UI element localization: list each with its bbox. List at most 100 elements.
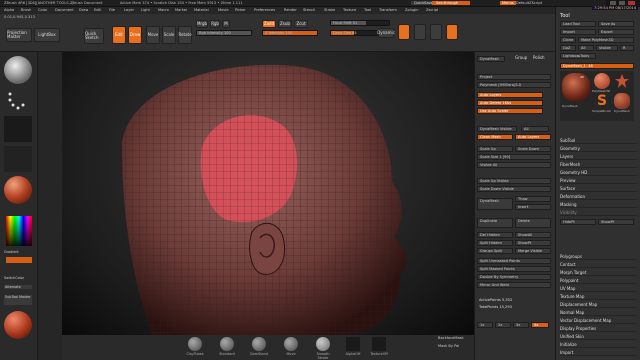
r-button[interactable]: R <box>620 45 634 51</box>
damstandard-brush-icon[interactable] <box>252 337 266 351</box>
contact-section[interactable]: Contact <box>560 261 637 268</box>
geometry-section[interactable]: Geometry <box>560 145 637 152</box>
unified-skin-section[interactable]: Unified Skin <box>560 333 637 340</box>
fibermesh-section[interactable]: FiberMesh <box>560 161 637 168</box>
all-button[interactable]: All <box>521 126 549 132</box>
normal-map-section[interactable]: Normal Map <box>560 309 637 316</box>
stroke-thumbnail[interactable] <box>4 86 32 112</box>
scale-size-slider[interactable]: Scale Size 1 [90] <box>477 154 551 160</box>
mirror-and-weld-button[interactable]: Mirror And Weld <box>477 282 551 288</box>
initialize-section[interactable]: Initialize <box>560 341 637 348</box>
move-brush-icon[interactable] <box>284 337 298 351</box>
menu-draw[interactable]: Draw <box>79 8 88 12</box>
local-symmetry-icon[interactable] <box>398 24 410 40</box>
menus-button[interactable]: Menus <box>500 1 516 5</box>
dynamesh-small-thumb[interactable] <box>614 93 630 109</box>
load-tool-button[interactable]: Load Tool <box>560 21 596 27</box>
delete-button[interactable]: Delete <box>515 218 551 228</box>
draw-mode-button[interactable]: Draw <box>128 26 142 44</box>
main-color-swatch[interactable] <box>6 257 32 263</box>
scale-down-visible-button[interactable]: Scale Down Visible <box>477 186 551 192</box>
surface-section[interactable]: Surface <box>560 185 637 192</box>
menu-render[interactable]: Render <box>284 8 297 12</box>
clean-mesh-button[interactable]: Clean Mesh <box>477 134 513 140</box>
menu-light[interactable]: Light <box>141 8 150 12</box>
close-icon[interactable] <box>628 1 635 5</box>
auto-layers-button[interactable]: Auto Layers <box>477 92 543 98</box>
subdiv-3x-button[interactable]: 3x <box>513 322 529 328</box>
visible-all-button[interactable]: Visible All <box>477 162 551 168</box>
alpha-thumbnail[interactable] <box>4 116 32 142</box>
alpha-off-icon[interactable] <box>346 337 360 351</box>
frame-icon[interactable] <box>430 24 442 40</box>
menu-alpha[interactable]: Alpha <box>4 8 14 12</box>
maximize-icon[interactable] <box>619 1 625 5</box>
smooth-stroke-icon[interactable] <box>316 337 330 351</box>
move-mode-button[interactable]: Move <box>146 26 160 44</box>
menu-color[interactable]: Color <box>38 8 47 12</box>
thaw-button[interactable]: Thaw <box>515 196 551 202</box>
menu-stroke[interactable]: Stroke <box>324 8 335 12</box>
polish-toggle[interactable]: Polish <box>533 55 545 60</box>
group-toggle[interactable]: Group <box>515 55 527 60</box>
layers-section[interactable]: Layers <box>560 153 637 160</box>
texture-thumbnail[interactable] <box>4 146 32 172</box>
double-by-symmetry-button[interactable]: Double By Symmetry <box>477 274 551 280</box>
import-button[interactable]: Import <box>560 29 596 35</box>
dynamesh-thumb[interactable] <box>562 73 590 101</box>
mask-by-polypaint-button[interactable]: Mask By Pol <box>438 344 459 348</box>
polyf-icon[interactable] <box>446 24 458 40</box>
dynamesh-button[interactable]: DynaMesh <box>477 56 505 62</box>
scale-up-visible-button[interactable]: Scale Up Visible <box>477 178 551 184</box>
lightbox-tools-button[interactable]: Lightbox▸Tools <box>560 53 596 59</box>
menu-file[interactable]: File <box>109 8 115 12</box>
export-button[interactable]: Export <box>598 29 634 35</box>
minimize-icon[interactable] <box>610 1 616 5</box>
vector-displacement-section[interactable]: Vector Displacement Map <box>560 317 637 324</box>
menu-picker[interactable]: Picker <box>235 8 246 12</box>
visibility-section[interactable]: Visibility <box>560 209 637 216</box>
merge-visible-button[interactable]: Merge Visible <box>515 248 551 254</box>
menu-layer[interactable]: Layer <box>124 8 134 12</box>
menu-document[interactable]: Document <box>55 8 74 12</box>
star-thumb[interactable] <box>614 73 630 89</box>
menu-edit[interactable]: Edit <box>94 8 101 12</box>
polypaint-section[interactable]: Polypaint <box>560 277 637 284</box>
default-zscript-button[interactable]: DefaultZScript <box>516 1 542 5</box>
lightbox-button[interactable]: LightBox <box>34 28 60 42</box>
preview-section[interactable]: Preview <box>560 177 637 184</box>
split-masked-button[interactable]: Split Masked Points <box>477 266 551 272</box>
z-intensity-slider[interactable]: Z Intensity 100 <box>262 30 318 36</box>
split-unmasked-button[interactable]: Split Unmasked Points <box>477 258 551 264</box>
auto-scale-button[interactable]: Use Auto Scaler <box>477 108 543 114</box>
display-properties-section[interactable]: Display Properties <box>560 325 637 332</box>
dynamesh-button-2[interactable]: DynaMesh <box>477 198 513 210</box>
simplebrush-thumb[interactable]: S <box>594 93 610 109</box>
zsub-button[interactable]: Zsub <box>278 20 292 28</box>
auto-delete-button[interactable]: Auto Delete 1Kbs <box>477 100 543 106</box>
menu-zscript[interactable]: Zscript <box>426 8 438 12</box>
menu-stencil[interactable]: Stencil <box>303 8 315 12</box>
backface-mask-button[interactable]: BackfaceMask <box>438 336 464 340</box>
canvas-viewport[interactable] <box>62 52 474 335</box>
auto-layers-button-2[interactable]: Auto Layers <box>515 134 551 140</box>
make-polymesh-button[interactable]: Make PolyMesh3D <box>578 37 634 43</box>
duplicate-button[interactable]: Duplicate <box>477 218 513 228</box>
menu-movie[interactable]: Movie <box>218 8 229 12</box>
all-tool-button[interactable]: All <box>578 45 594 51</box>
show-pt-tool-button[interactable]: ShowPt <box>598 219 634 225</box>
insert-button[interactable]: Insert <box>515 204 551 210</box>
show-all-button[interactable]: ShowAll <box>515 232 551 238</box>
polymesh3d-thumb[interactable] <box>594 73 610 89</box>
subdiv-4x-button[interactable]: 4x <box>531 322 549 328</box>
m-button[interactable]: M <box>222 20 230 28</box>
quick-sketch-button[interactable]: Quick Sketch <box>84 28 104 44</box>
menu-material[interactable]: Material <box>194 8 209 12</box>
goz-button[interactable]: GoZ <box>560 45 576 51</box>
texture-map-section[interactable]: Texture Map <box>560 293 637 300</box>
clone-button[interactable]: Clone <box>560 37 576 43</box>
save-as-button[interactable]: Save As <box>598 21 634 27</box>
menu-brush[interactable]: Brush <box>21 8 31 12</box>
edit-mode-button[interactable]: Edit <box>112 26 126 44</box>
focal-shift-slider[interactable]: Focal Shift 51 <box>330 20 390 26</box>
